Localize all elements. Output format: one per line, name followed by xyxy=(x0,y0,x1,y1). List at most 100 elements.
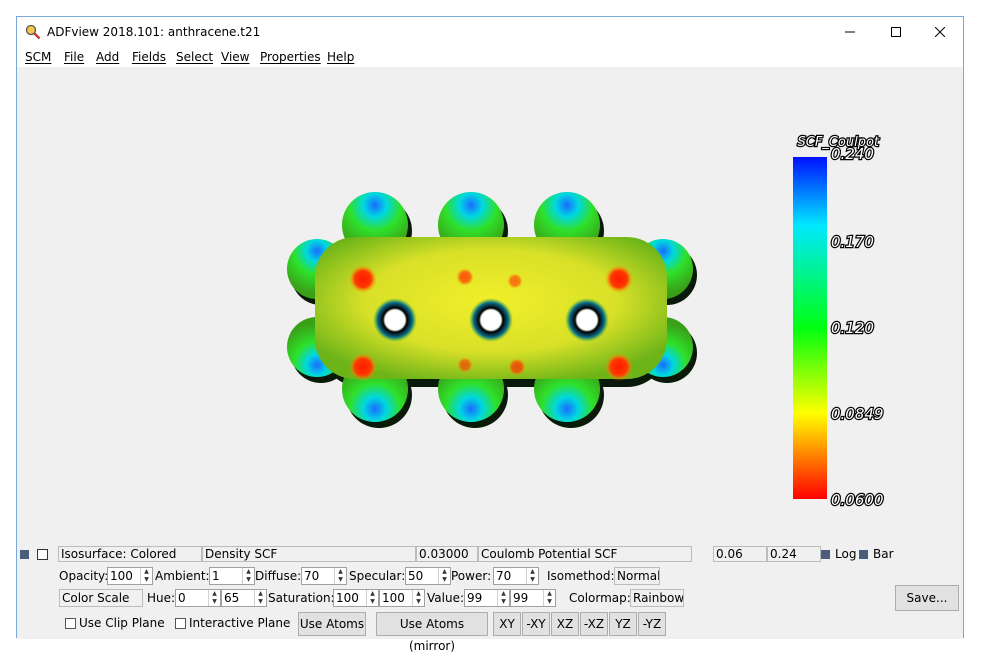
app-window: ADFview 2018.101: anthracene.t21 SCM Fil… xyxy=(16,16,964,653)
value-min-spinner[interactable]: 99 ▲ ▼ xyxy=(464,589,510,607)
power-spinner[interactable]: 70 ▲ ▼ xyxy=(493,567,539,585)
value-label: Value: xyxy=(427,591,464,605)
maximize-button[interactable] xyxy=(873,17,919,47)
menu-scm[interactable]: SCM xyxy=(25,50,51,64)
isosurface xyxy=(287,192,697,428)
spinner-arrows-icon[interactable]: ▲ ▼ xyxy=(543,590,555,606)
bar-label: Bar xyxy=(873,547,894,561)
specular-spinner[interactable]: 50 ▲ ▼ xyxy=(405,567,451,585)
menu-add[interactable]: Add xyxy=(96,50,119,64)
menu-file[interactable]: File xyxy=(64,50,84,64)
spinner-arrows-icon[interactable]: ▲ ▼ xyxy=(438,568,450,584)
spinner-arrows-icon[interactable]: ▲ ▼ xyxy=(242,568,254,584)
spinner-arrows-icon[interactable]: ▲ ▼ xyxy=(412,590,424,606)
specular-value: 50 xyxy=(408,569,424,583)
spinner-arrows-icon[interactable]: ▲ ▼ xyxy=(208,590,220,606)
iso-value[interactable]: 0.03000 xyxy=(416,546,478,562)
spinner-arrows-icon[interactable]: ▲ ▼ xyxy=(334,568,346,584)
use-atoms-mirror-button[interactable]: Use Atoms (mirror) xyxy=(376,612,488,653)
opacity-label: Opacity: xyxy=(59,569,109,583)
range-min[interactable]: 0.06 xyxy=(713,546,767,562)
isomethod-label: Isomethod: xyxy=(547,569,615,583)
isomethod-select[interactable]: Normal xyxy=(614,567,660,585)
colorbar-tick: 0.170 xyxy=(831,233,874,251)
select-checkbox[interactable] xyxy=(37,549,48,560)
plane-neg-xz-button[interactable]: -XZ xyxy=(580,612,608,636)
spinner-arrows-icon[interactable]: ▲ ▼ xyxy=(526,568,538,584)
saturation-label: Saturation: xyxy=(268,591,335,605)
minimize-button[interactable] xyxy=(827,17,873,47)
saturation-max-spinner[interactable]: 100 ▲ ▼ xyxy=(379,589,425,607)
colormap-select[interactable]: Rainbow xyxy=(630,589,684,607)
plane-neg-yz-button[interactable]: -YZ xyxy=(638,612,666,636)
log-label: Log xyxy=(835,547,857,561)
diffuse-label: Diffuse: xyxy=(255,569,302,583)
plane-yz-button[interactable]: YZ xyxy=(609,612,637,636)
ambient-value: 1 xyxy=(212,569,220,583)
hue-label: Hue: xyxy=(147,591,176,605)
menu-help[interactable]: Help xyxy=(327,50,354,64)
visibility-toggle[interactable] xyxy=(20,550,29,559)
value-max-spinner[interactable]: 99 ▲ ▼ xyxy=(510,589,556,607)
spinner-arrows-icon[interactable]: ▲ ▼ xyxy=(254,590,266,606)
menu-fields[interactable]: Fields xyxy=(132,50,166,64)
color-scale-select[interactable]: Color Scale xyxy=(59,589,143,607)
menu-properties[interactable]: Properties xyxy=(260,50,321,64)
opacity-value: 100 xyxy=(110,569,133,583)
ambient-label: Ambient: xyxy=(155,569,210,583)
colorbar-gradient xyxy=(793,157,827,499)
value-max-value: 99 xyxy=(513,591,529,605)
power-label: Power: xyxy=(451,569,492,583)
hue-min-spinner[interactable]: 0 ▲ ▼ xyxy=(175,589,221,607)
log-toggle[interactable] xyxy=(821,550,830,559)
clip-plane-label: Use Clip Plane xyxy=(79,616,165,630)
hue-max-value: 65 xyxy=(224,591,240,605)
minimize-icon xyxy=(845,31,855,33)
color-field[interactable]: Coulomb Potential SCF xyxy=(478,546,692,562)
hue-min-value: 0 xyxy=(178,591,186,605)
range-max[interactable]: 0.24 xyxy=(767,546,821,562)
spinner-arrows-icon[interactable]: ▲ ▼ xyxy=(497,590,509,606)
power-value: 70 xyxy=(496,569,512,583)
close-button[interactable] xyxy=(917,17,963,47)
close-icon xyxy=(935,27,945,37)
colorbar-tick: 0.0600 xyxy=(831,491,884,509)
value-min-value: 99 xyxy=(467,591,483,605)
field-properties-panel: Isosurface: Colored Density SCF 0.03000 … xyxy=(17,545,963,653)
colorbar-tick: 0.240 xyxy=(831,145,874,163)
interactive-plane-label: Interactive Plane xyxy=(189,616,291,630)
hue-max-spinner[interactable]: 65 ▲ ▼ xyxy=(221,589,267,607)
saturation-min-value: 100 xyxy=(336,591,359,605)
maximize-icon xyxy=(891,27,901,37)
menu-select[interactable]: Select xyxy=(176,50,213,64)
diffuse-spinner[interactable]: 70 ▲ ▼ xyxy=(301,567,347,585)
bar-toggle[interactable] xyxy=(859,550,868,559)
specular-label: Specular: xyxy=(349,569,406,583)
app-magnifier-icon xyxy=(25,24,41,40)
plane-neg-xy-button[interactable]: -XY xyxy=(522,612,550,636)
window-title: ADFview 2018.101: anthracene.t21 xyxy=(47,25,261,39)
isosurface-type[interactable]: Isosurface: Colored xyxy=(58,546,202,562)
saturation-max-value: 100 xyxy=(382,591,405,605)
opacity-spinner[interactable]: 100 ▲ ▼ xyxy=(107,567,153,585)
3d-viewport[interactable]: SCF_Coulpot 0.240 0.170 0.120 0.0849 0.0… xyxy=(17,67,963,545)
interactive-plane-checkbox[interactable] xyxy=(175,618,186,629)
spinner-arrows-icon[interactable]: ▲ ▼ xyxy=(140,568,152,584)
plane-xz-button[interactable]: XZ xyxy=(551,612,579,636)
colorbar-tick: 0.0849 xyxy=(831,405,884,423)
colorbar-tick: 0.120 xyxy=(831,319,874,337)
plane-xy-button[interactable]: XY xyxy=(493,612,521,636)
saturation-min-spinner[interactable]: 100 ▲ ▼ xyxy=(333,589,379,607)
ambient-spinner[interactable]: 1 ▲ ▼ xyxy=(209,567,255,585)
spinner-arrows-icon[interactable]: ▲ ▼ xyxy=(366,590,378,606)
menu-view[interactable]: View xyxy=(221,50,249,64)
use-atoms-button[interactable]: Use Atoms xyxy=(298,612,366,636)
color-bar: SCF_Coulpot 0.240 0.170 0.120 0.0849 0.0… xyxy=(793,134,885,510)
colormap-label: Colormap: xyxy=(569,591,631,605)
molecule-render[interactable]: SCF_Coulpot 0.240 0.170 0.120 0.0849 0.0… xyxy=(17,67,963,545)
title-bar: ADFview 2018.101: anthracene.t21 xyxy=(17,17,963,47)
density-field[interactable]: Density SCF xyxy=(202,546,416,562)
clip-plane-checkbox[interactable] xyxy=(65,618,76,629)
menu-bar: SCM File Add Fields Select View Properti… xyxy=(17,47,963,67)
save-button[interactable]: Save... xyxy=(895,585,959,611)
